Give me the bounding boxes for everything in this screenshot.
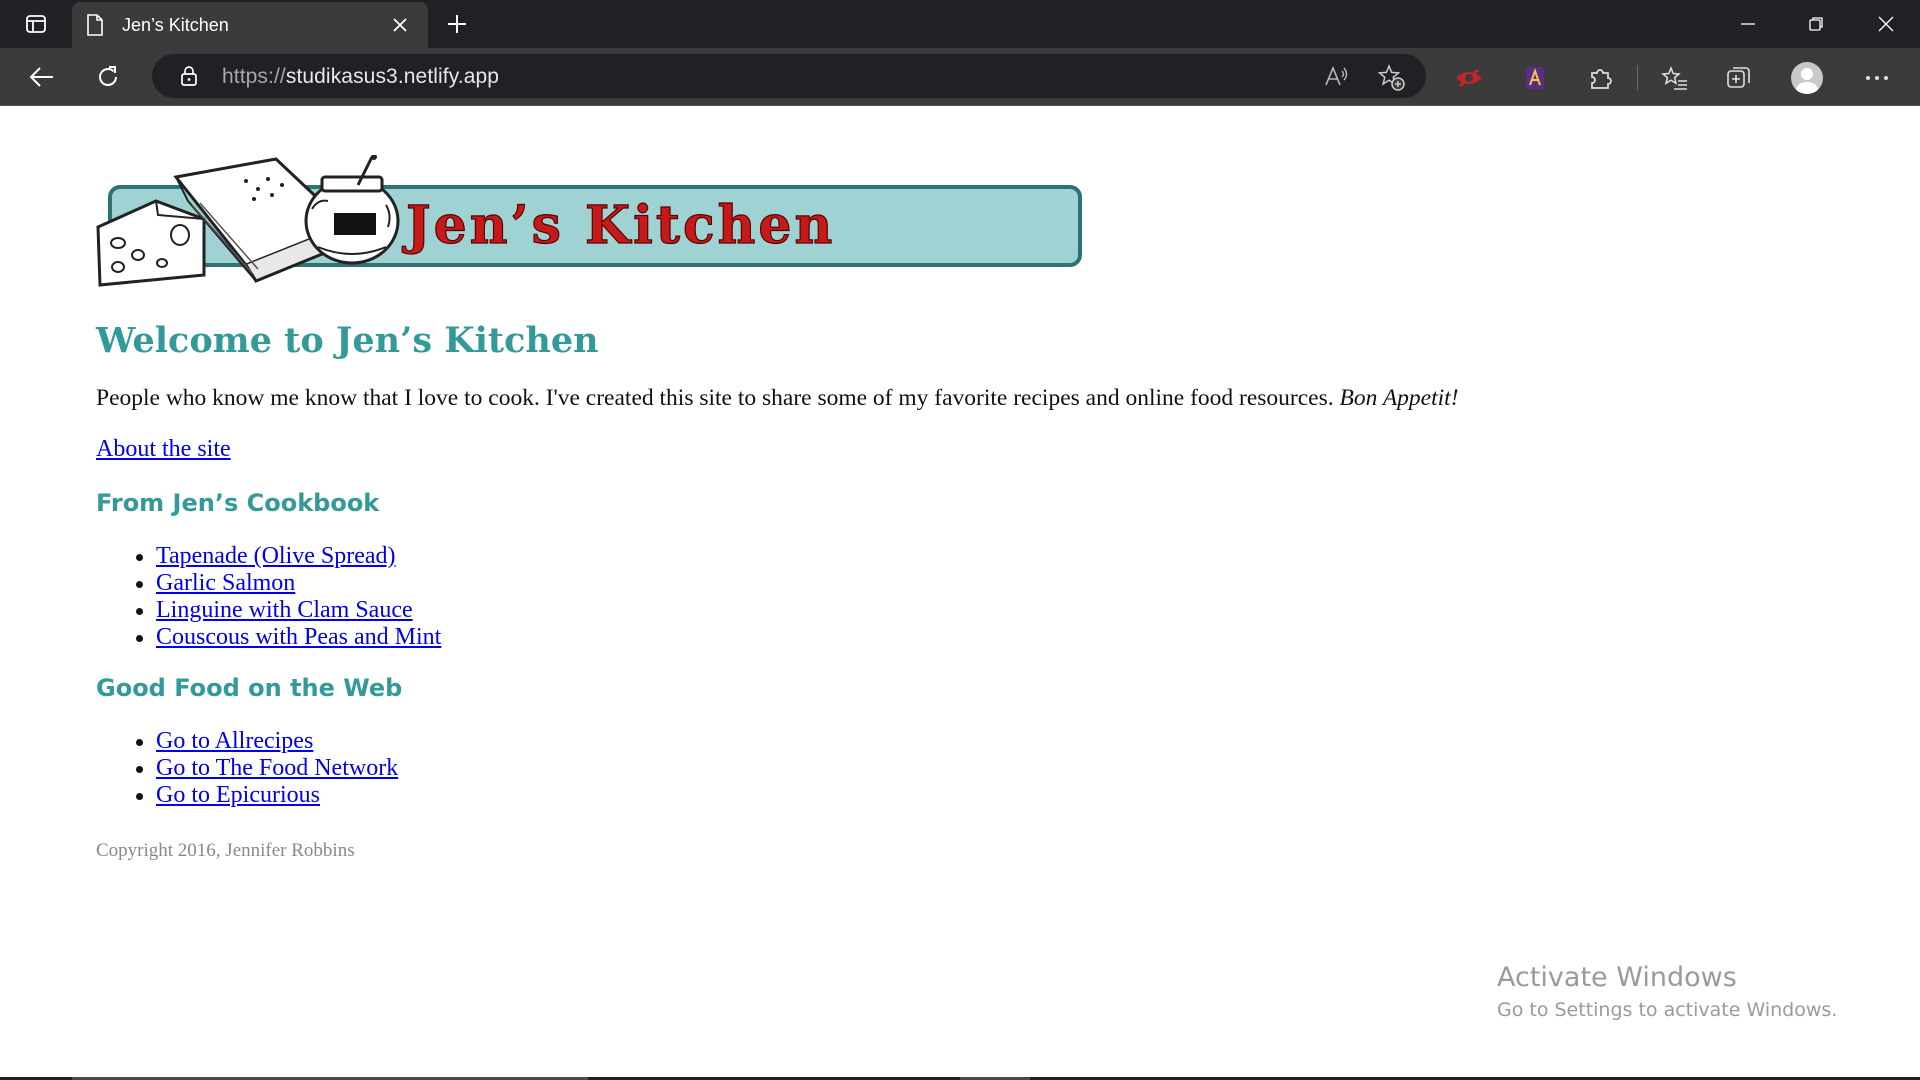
- list-item: Go to The Food Network: [136, 755, 398, 782]
- avatar: [1791, 62, 1823, 94]
- close-window-icon: [1878, 16, 1894, 32]
- intro-emphasis: Bon Appetit!: [1339, 385, 1459, 411]
- list-item: Couscous with Peas and Mint: [136, 624, 441, 651]
- page-viewport: Jen’s Kitchen Welcome to Jen’s Kitchen P…: [0, 107, 1920, 1080]
- tab-jens-kitchen[interactable]: Jen’s Kitchen: [72, 2, 428, 48]
- web-links-list: Go to Allrecipes Go to The Food Network …: [136, 728, 398, 809]
- minimize-icon: [1741, 23, 1755, 25]
- cookbook-list: Tapenade (Olive Spread) Garlic Salmon Li…: [136, 543, 441, 651]
- bullet: [136, 793, 143, 800]
- banner-text: Jen’s Kitchen: [402, 195, 835, 256]
- restore-icon: [1809, 17, 1823, 31]
- bullet: [136, 581, 143, 588]
- bullet: [136, 766, 143, 773]
- refresh-button[interactable]: [88, 57, 128, 97]
- more-menu-icon[interactable]: [1860, 61, 1894, 95]
- tab-title: Jen’s Kitchen: [122, 14, 229, 35]
- recipe-link-couscous[interactable]: Couscous with Peas and Mint: [156, 624, 441, 650]
- plus-icon: [448, 15, 466, 33]
- tab-strip: Jen’s Kitchen: [0, 0, 1920, 48]
- page-title: Welcome to Jen’s Kitchen: [96, 320, 599, 361]
- list-item: Linguine with Clam Sauce: [136, 597, 441, 624]
- address-bar[interactable]: https://studikasus3.netlify.app: [152, 54, 1426, 98]
- about-site-link[interactable]: About the site: [96, 436, 231, 463]
- back-arrow-icon: [29, 67, 53, 87]
- good-food-heading: Good Food on the Web: [96, 674, 403, 702]
- url-text[interactable]: https://studikasus3.netlify.app: [222, 65, 499, 89]
- add-favorite-icon[interactable]: [1376, 62, 1406, 92]
- minimize-button[interactable]: [1714, 0, 1782, 48]
- list-item: Go to Allrecipes: [136, 728, 398, 755]
- food-network-link[interactable]: Go to The Food Network: [156, 755, 398, 781]
- allrecipes-link[interactable]: Go to Allrecipes: [156, 728, 313, 754]
- intro-paragraph: People who know me know that I love to c…: [96, 385, 1459, 412]
- browser-toolbar: https://studikasus3.netlify.app: [0, 48, 1920, 106]
- close-window-button[interactable]: [1852, 0, 1920, 48]
- refresh-icon: [99, 66, 117, 86]
- recipe-link-linguine[interactable]: Linguine with Clam Sauce: [156, 597, 413, 623]
- toolbar-separator: [1637, 65, 1638, 91]
- url-host: studikasus3.netlify.app: [285, 65, 500, 88]
- activate-windows-watermark: Activate Windows Go to Settings to activ…: [1497, 962, 1837, 1021]
- epicurious-link[interactable]: Go to Epicurious: [156, 782, 320, 808]
- watermark-subtitle: Go to Settings to activate Windows.: [1497, 999, 1838, 1021]
- purple-extension-icon[interactable]: [1518, 61, 1552, 95]
- intro-text: People who know me know that I love to c…: [96, 385, 1334, 411]
- collections-icon[interactable]: [1722, 61, 1756, 95]
- close-icon[interactable]: [386, 11, 414, 39]
- bullet: [136, 608, 143, 615]
- list-item: Go to Epicurious: [136, 782, 398, 809]
- new-tab-button[interactable]: [440, 10, 474, 38]
- tab-actions-icon[interactable]: [14, 10, 58, 38]
- puzzle-icon[interactable]: [1584, 61, 1618, 95]
- bullet: [136, 739, 143, 746]
- watermark-title: Activate Windows: [1497, 962, 1737, 993]
- bullet: [136, 554, 143, 561]
- jar-illustration: [304, 155, 400, 265]
- restore-button[interactable]: [1782, 0, 1850, 48]
- cookbook-heading: From Jen’s Cookbook: [96, 489, 380, 517]
- bullet: [136, 635, 143, 642]
- lock-icon[interactable]: [178, 65, 200, 87]
- profile-avatar-icon[interactable]: [1790, 61, 1824, 95]
- recipe-link-garlic-salmon[interactable]: Garlic Salmon: [156, 570, 295, 596]
- favorites-list-icon[interactable]: [1658, 61, 1692, 95]
- list-item: Tapenade (Olive Spread): [136, 543, 441, 570]
- recipe-link-tapenade[interactable]: Tapenade (Olive Spread): [156, 543, 396, 569]
- list-item: Garlic Salmon: [136, 570, 441, 597]
- jens-kitchen-banner-logo: Jen’s Kitchen: [96, 155, 1082, 287]
- copyright-text: Copyright 2016, Jennifer Robbins: [96, 840, 355, 861]
- red-extension-icon[interactable]: [1452, 61, 1486, 95]
- page-icon: [86, 14, 106, 36]
- read-aloud-icon[interactable]: [1322, 62, 1352, 92]
- back-button[interactable]: [22, 57, 62, 97]
